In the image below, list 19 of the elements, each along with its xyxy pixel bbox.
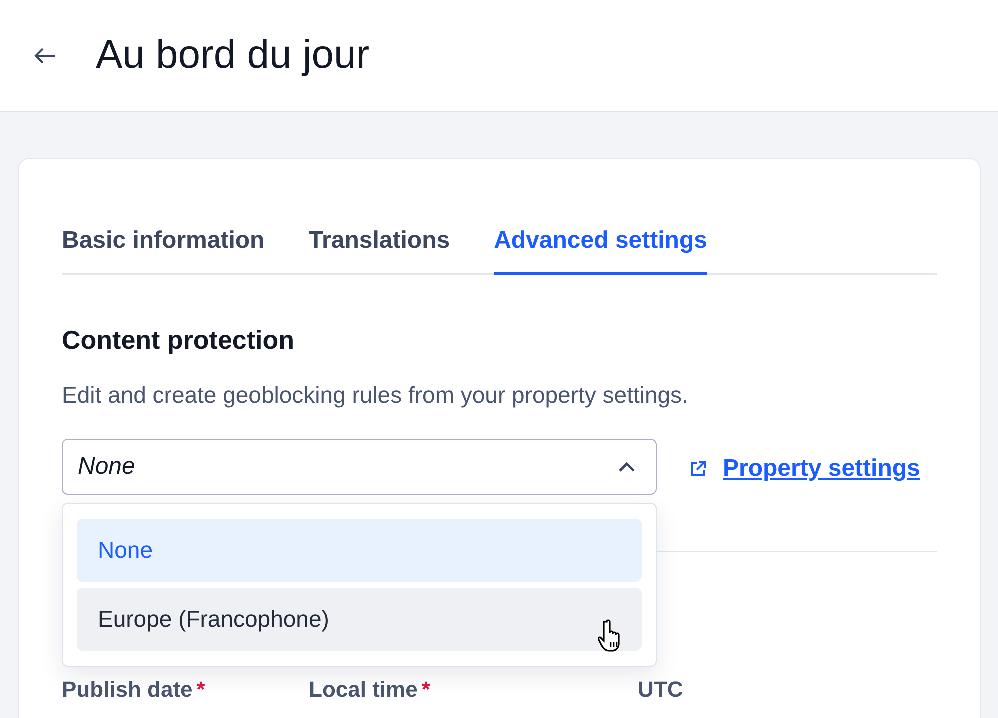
dropdown-option[interactable]: Europe (Francophone)	[77, 588, 642, 651]
back-arrow-icon	[34, 48, 56, 64]
field-label: Publish date	[62, 680, 193, 700]
required-mark: *	[422, 680, 430, 700]
field-label: Local time	[309, 680, 418, 700]
external-link-icon	[689, 460, 707, 478]
page-title: Au bord du jour	[96, 33, 370, 78]
chevron-icon	[618, 461, 636, 473]
field-label: UTC	[638, 680, 684, 700]
section-description: Edit and create geoblocking rules from your property settings.	[62, 382, 690, 409]
section-heading: Content protection	[62, 325, 296, 356]
tab[interactable]: Translations	[308, 223, 450, 275]
dropdown-option[interactable]: None	[77, 519, 642, 582]
back-button[interactable]	[34, 48, 56, 64]
required-mark: *	[196, 680, 206, 700]
select-field[interactable]: None	[62, 439, 657, 495]
property-settings-link[interactable]: Property settings	[689, 439, 920, 483]
tab[interactable]: Basic information	[62, 223, 265, 275]
tab[interactable]: Advanced settings	[494, 223, 708, 275]
